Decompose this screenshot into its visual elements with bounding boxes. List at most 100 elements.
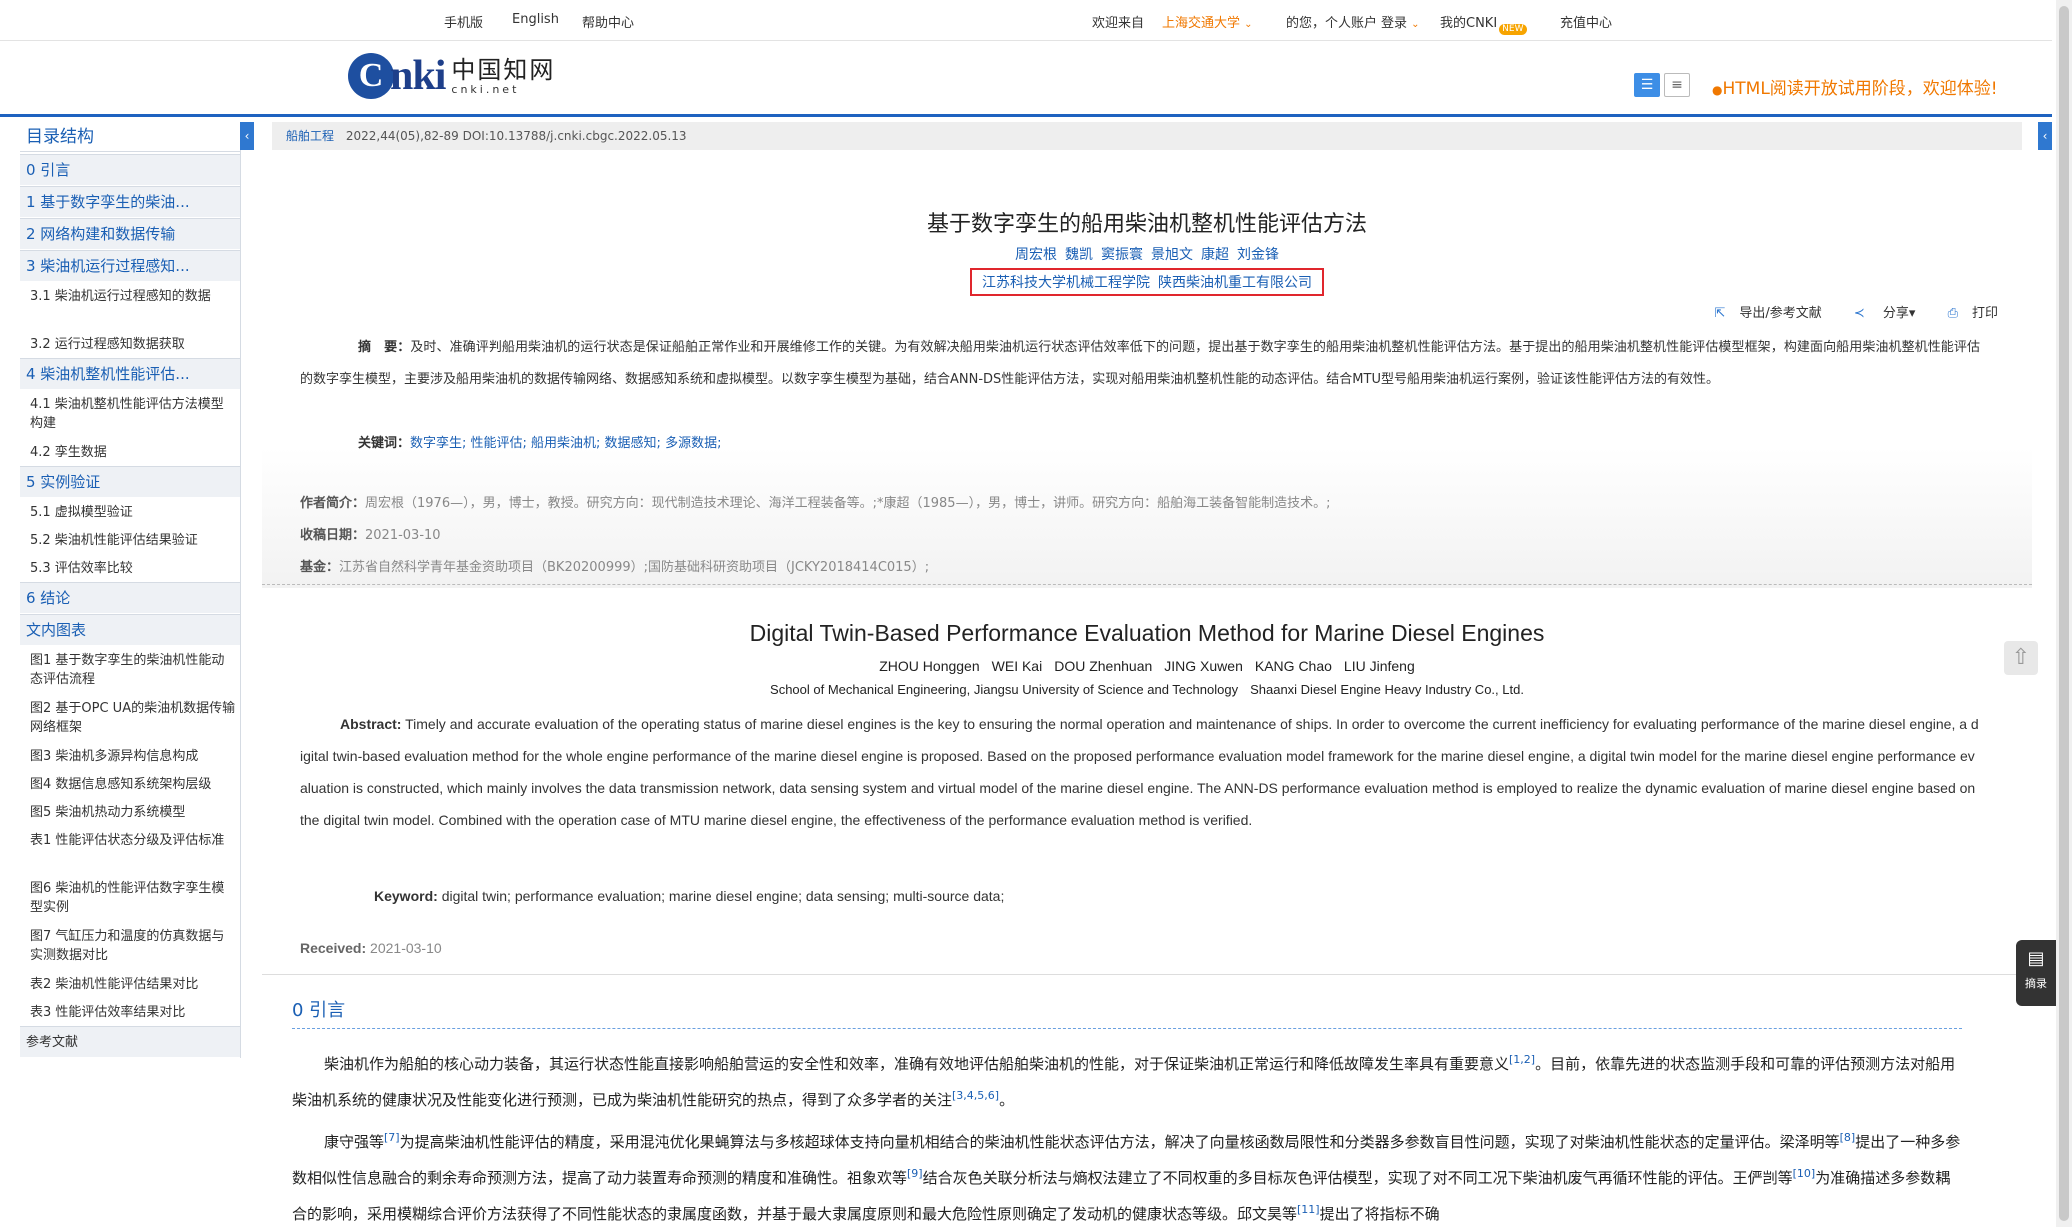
toc-subitem[interactable]: 图2 基于OPC UA的柴油机数据传输网络框架: [20, 694, 240, 737]
toc-subitem[interactable]: 表1 性能评估状态分级及评估标准: [20, 826, 240, 850]
print-button[interactable]: ⎙ 打印: [1934, 306, 1998, 321]
ref-link[interactable]: [1,2]: [1509, 1053, 1535, 1066]
note-icon: ▤: [2027, 948, 2045, 969]
fund-label: 基金：: [300, 560, 340, 575]
ref-link[interactable]: [3,4,5,6]: [952, 1089, 999, 1102]
greeting-text: 的您，个人账户: [1286, 16, 1378, 31]
chevron-down-icon: ⌄: [1411, 19, 1420, 30]
toc-section[interactable]: 6 结论: [20, 582, 240, 613]
org-link[interactable]: 陕西柴油机重工有限公司: [1158, 275, 1312, 291]
keywords-en: Keyword: digital twin; performance evalu…: [374, 888, 1004, 904]
toc-subitem[interactable]: 5.1 虚拟模型验证: [20, 498, 240, 522]
ref-link[interactable]: [10]: [1793, 1167, 1816, 1180]
toc-section[interactable]: 3 柴油机运行过程感知...: [20, 250, 240, 281]
toc-subitem[interactable]: 5.3 评估效率比较: [20, 554, 240, 578]
breadcrumb: 船舶工程 2022,44(05),82-89 DOI:10.13788/j.cn…: [272, 122, 2022, 150]
citation-info: 2022,44(05),82-89 DOI:10.13788/j.cnki.cb…: [345, 129, 687, 143]
mobile-link[interactable]: 手机版: [444, 12, 483, 31]
bulb-icon: ●: [1712, 83, 1723, 97]
toc-subitem[interactable]: 3.2 运行过程感知数据获取: [20, 330, 240, 354]
recharge-link[interactable]: 充值中心: [1560, 12, 1612, 31]
toc-subitem[interactable]: 5.2 柴油机性能评估结果验证: [20, 526, 240, 550]
author-en: LIU Jinfeng: [1343, 658, 1415, 674]
trial-notice: ●HTML阅读开放试用阶段，欢迎体验!: [1712, 79, 1998, 99]
author-bio: 作者简介：周宏根（1976—），男，博士，教授。研究方向：现代制造技术理论、海洋…: [300, 492, 1330, 511]
right-panel-toggle[interactable]: ‹: [2038, 122, 2052, 150]
article-main: 船舶工程 2022,44(05),82-89 DOI:10.13788/j.cn…: [262, 118, 2032, 1227]
logo-nki: nki: [390, 53, 446, 99]
institution-dropdown[interactable]: 上海交通大学 ⌄: [1162, 12, 1253, 31]
author-link[interactable]: 刘金锋: [1237, 247, 1279, 263]
ref-link[interactable]: [9]: [907, 1167, 923, 1180]
received-date: 收稿日期：2021-03-10: [300, 524, 441, 543]
author-en: ZHOU Honggen: [879, 658, 980, 674]
keywords-zh-links[interactable]: 数字孪生; 性能评估; 船用柴油机; 数据感知; 多源数据;: [410, 436, 721, 451]
summary-float-button[interactable]: ▤ 摘录: [2016, 940, 2056, 1006]
back-to-top-button[interactable]: ⇧: [2004, 641, 2038, 675]
toc-subitem[interactable]: 图7 气缸压力和温度的仿真数据与实测数据对比: [20, 922, 240, 965]
author-bio-text: 周宏根（1976—），男，博士，教授。研究方向：现代制造技术理论、海洋工程装备等…: [365, 496, 1331, 511]
arrow-up-icon: ⇧: [2011, 645, 2031, 670]
my-cnki-link[interactable]: 我的CNKI NEW: [1440, 12, 1527, 35]
help-link[interactable]: 帮助中心: [582, 12, 634, 31]
toc-section[interactable]: 文内图表: [20, 614, 240, 645]
toc-section[interactable]: 1 基于数字孪生的柴油...: [20, 186, 240, 217]
toc-section[interactable]: 参考文献: [20, 1026, 240, 1057]
toc-subitem[interactable]: 4.2 孪生数据: [20, 438, 240, 462]
toc-subitem[interactable]: 3.1 柴油机运行过程感知的数据: [20, 282, 240, 306]
english-link[interactable]: English: [512, 12, 559, 27]
sidebar-toc: 目录结构 0 引言 1 基于数字孪生的柴油... 2 网络构建和数据传输 3 柴油机运…: [20, 122, 241, 1058]
chevron-left-icon: ‹: [244, 129, 250, 143]
toc-section[interactable]: 5 实例验证: [20, 466, 240, 497]
share-button[interactable]: ≺ 分享▾: [1840, 306, 1916, 321]
share-icon: ≺: [1853, 306, 1865, 321]
abstract-zh: 摘 要：及时、准确评判船用柴油机的运行状态是保证船舶正常作业和开展维修工作的关键…: [300, 332, 1980, 396]
divider: [262, 584, 2032, 585]
ref-link[interactable]: [11]: [1297, 1203, 1320, 1216]
toc-section[interactable]: 2 网络构建和数据传输: [20, 218, 240, 249]
section-divider: [262, 974, 2032, 975]
page-title: 基于数字孪生的船用柴油机整机性能评估方法: [926, 212, 1367, 237]
org-link[interactable]: 江苏科技大学机械工程学院: [982, 275, 1150, 291]
toc-subitem[interactable]: 图3 柴油机多源异构信息构成: [20, 742, 240, 766]
toc-subitem[interactable]: 图1 基于数字孪生的柴油机性能动态评估流程: [20, 646, 240, 689]
ref-link[interactable]: [7]: [384, 1131, 400, 1144]
ref-link[interactable]: [8]: [1840, 1131, 1856, 1144]
toc-subitem[interactable]: 图6 柴油机的性能评估数字孪生模型实例: [20, 874, 240, 917]
logo-url: cnki.net: [451, 82, 520, 96]
toc-subitem[interactable]: 图4 数据信息感知系统架构层级: [20, 770, 240, 794]
toc-subitem[interactable]: 表3 性能评估效率结果对比: [20, 998, 240, 1022]
scrollbar[interactable]: [2056, 0, 2072, 1227]
text-view-button[interactable]: ≡: [1664, 73, 1690, 97]
journal-link[interactable]: 船舶工程: [286, 129, 334, 143]
cnki-logo[interactable]: C nki 中国知网 cnki.net: [348, 51, 555, 101]
author-link[interactable]: 周宏根: [1015, 247, 1057, 263]
toc-section[interactable]: 4 柴油机整机性能评估...: [20, 358, 240, 389]
fund-info: 基金：江苏省自然科学青年基金资助项目（BK20200999）;国防基础科研资助项…: [300, 556, 929, 575]
login-dropdown[interactable]: 登录 ⌄: [1381, 12, 1420, 31]
author-link[interactable]: 魏凯: [1065, 247, 1093, 263]
toc-subitem[interactable]: 表2 柴油机性能评估结果对比: [20, 970, 240, 994]
received-value: 2021-03-10: [365, 528, 441, 543]
author-link[interactable]: 窦振寰: [1101, 247, 1143, 263]
logo-cn-block: 中国知网 cnki.net: [451, 57, 555, 96]
toc-subitem[interactable]: 图5 柴油机热动力系统模型: [20, 798, 240, 822]
author-en: WEI Kai: [991, 658, 1043, 674]
abstract-en-text: Timely and accurate evaluation of the op…: [300, 716, 1979, 828]
org-en: School of Mechanical Engineering, Jiangs…: [770, 682, 1239, 697]
author-link[interactable]: 景旭文: [1151, 247, 1193, 263]
toc-subitem[interactable]: 4.1 柴油机整机性能评估方法模型构建: [20, 390, 240, 433]
export-button[interactable]: ⇱ 导出/参考文献: [1700, 306, 1821, 321]
scrollbar-thumb[interactable]: [2059, 6, 2069, 1221]
toc-section[interactable]: 0 引言: [20, 154, 240, 185]
authors-en: ZHOU Honggen WEI Kai DOU Zhenhuan JING Xuwe…: [262, 658, 2032, 674]
author-bio-label: 作者简介：: [300, 496, 366, 511]
author-link[interactable]: 康超: [1201, 247, 1229, 263]
author-en: DOU Zhenhuan: [1054, 658, 1153, 674]
list-view-button[interactable]: ☰: [1634, 73, 1660, 97]
fund-value: 江苏省自然科学青年基金资助项目（BK20200999）;国防基础科研资助项目（J…: [339, 560, 930, 575]
title-en: Digital Twin-Based Performance Evaluatio…: [749, 620, 1545, 646]
logo-c: C: [348, 53, 394, 99]
sidebar-collapse-button[interactable]: ‹: [240, 122, 254, 150]
welcome-text: 欢迎来自: [1092, 16, 1145, 31]
